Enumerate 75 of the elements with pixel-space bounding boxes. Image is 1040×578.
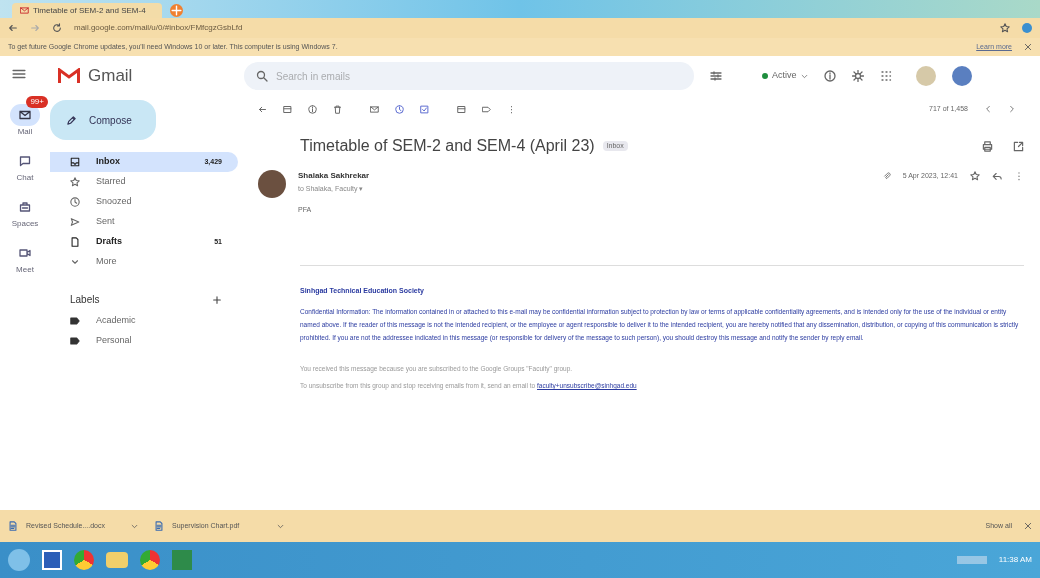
rail-item[interactable]: Meet — [2, 234, 48, 276]
attachment-icon — [882, 172, 891, 180]
apps-icon[interactable] — [879, 70, 892, 82]
document-icon — [154, 521, 164, 531]
chevron-down-icon — [70, 257, 80, 267]
envelope-icon — [19, 109, 31, 121]
delete-icon[interactable] — [333, 104, 342, 114]
close-icon[interactable] — [1024, 43, 1032, 51]
folder-item[interactable]: Sent — [50, 212, 238, 232]
gmail-logo-text: Gmail — [88, 65, 133, 88]
rail-item[interactable]: Chat — [2, 142, 48, 184]
tag-icon[interactable] — [482, 104, 491, 114]
settings-icon[interactable] — [851, 70, 864, 82]
folder-item[interactable]: Snoozed — [50, 192, 238, 212]
folder-item[interactable]: Starred — [50, 172, 238, 192]
unread-badge: 99+ — [26, 96, 48, 108]
mail-icon[interactable] — [370, 104, 379, 114]
archive-icon[interactable] — [283, 104, 292, 114]
reply-icon[interactable] — [992, 171, 1002, 181]
rail-item[interactable]: Spaces — [2, 188, 48, 230]
next-icon[interactable] — [1008, 105, 1016, 113]
labels-heading: Labels — [70, 293, 100, 307]
inbox-tray-icon — [70, 157, 80, 167]
caret-icon — [800, 72, 808, 80]
rail-item[interactable]: 99+ Mail — [2, 96, 48, 138]
browser-icon[interactable] — [74, 550, 94, 570]
reload-icon[interactable] — [52, 23, 62, 33]
people-group-icon — [19, 201, 31, 213]
print-icon[interactable] — [982, 140, 993, 152]
label-item[interactable]: Academic — [50, 311, 238, 331]
filter-icon[interactable] — [710, 70, 722, 82]
label-item[interactable]: Personal — [50, 331, 238, 351]
video-camera-icon — [19, 247, 31, 259]
star-icon — [70, 177, 80, 187]
org-logo-icon — [915, 66, 936, 86]
back-icon[interactable] — [8, 23, 18, 33]
clock-icon[interactable] — [395, 104, 404, 114]
document-icon — [70, 237, 80, 247]
previous-icon[interactable] — [984, 105, 992, 113]
profile-icon[interactable] — [1022, 23, 1032, 33]
task-icon[interactable] — [420, 104, 429, 114]
new-tab-icon[interactable] — [170, 4, 183, 17]
menu-icon[interactable] — [12, 67, 26, 81]
folder-item[interactable]: More — [50, 252, 238, 272]
back-icon[interactable] — [258, 104, 267, 114]
subject-title: Timetable of SEM-2 and SEM-4 (April 23) — [300, 136, 595, 156]
close-icon[interactable] — [1024, 522, 1032, 530]
folder-icon[interactable] — [457, 104, 466, 114]
status-chip[interactable]: Active — [762, 69, 808, 83]
compose-button[interactable]: Compose — [50, 100, 156, 140]
search-field[interactable]: Search in emails — [244, 62, 694, 90]
help-icon[interactable] — [823, 70, 836, 82]
chat-bubble-icon — [19, 155, 31, 167]
browser-tab[interactable]: Timetable of SEM-2 and SEM-4 — [12, 3, 162, 18]
pencil-icon — [66, 114, 77, 126]
browser-icon[interactable] — [140, 550, 160, 570]
clock-icon — [70, 197, 80, 207]
sender-avatar — [258, 170, 286, 198]
caret-icon — [277, 522, 284, 530]
sender-name: Shalaka Sakhrekar — [298, 170, 370, 182]
start-icon[interactable] — [8, 549, 30, 571]
star-icon[interactable] — [1000, 23, 1010, 33]
add-label-icon[interactable] — [212, 294, 222, 305]
report-icon[interactable] — [308, 104, 317, 114]
send-icon — [70, 217, 80, 227]
envelope-icon — [20, 6, 29, 15]
clock-text: 11:38 AM — [998, 554, 1032, 566]
document-icon — [8, 521, 18, 531]
avatar-icon[interactable] — [951, 66, 972, 86]
new-window-icon[interactable] — [1013, 140, 1024, 152]
star-icon[interactable] — [970, 171, 980, 181]
gmail-logo-icon — [58, 68, 80, 84]
document-app-icon[interactable] — [42, 550, 62, 570]
search-icon — [256, 70, 268, 82]
caret-icon — [131, 522, 138, 530]
